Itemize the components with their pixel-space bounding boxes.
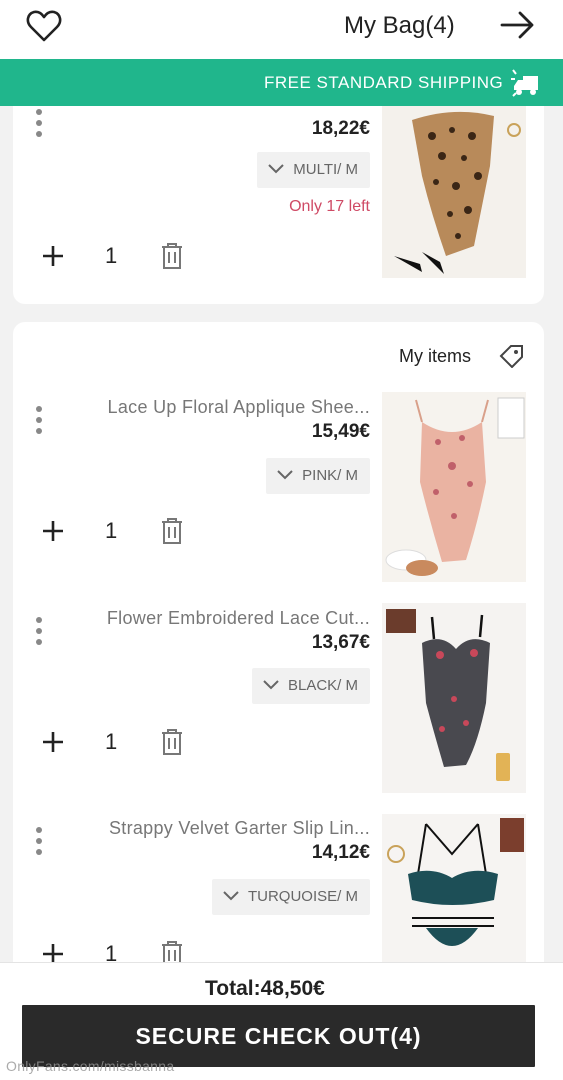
stock-warning: Only 17 left: [289, 198, 370, 215]
product-image[interactable]: [382, 106, 526, 278]
plus-icon[interactable]: [41, 244, 65, 268]
checkout-footer: Total:48,50€ SECURE CHECK OUT(4) OnlyFan…: [0, 962, 563, 1080]
item-price: 14,12€: [311, 842, 370, 863]
cart-item-card: 18,22€ MULTI/ M Only 17 left 1: [13, 106, 544, 304]
product-image[interactable]: [382, 392, 526, 582]
quantity-value: 1: [105, 243, 118, 268]
more-options-icon[interactable]: [35, 616, 43, 646]
item-name[interactable]: Flower Embroidered Lace Cut...: [107, 608, 370, 629]
product-image[interactable]: [382, 814, 526, 982]
my-items-card: My items Lace Up Floral Applique Shee...…: [13, 322, 544, 982]
section-title: My items: [399, 346, 471, 366]
trash-icon[interactable]: [160, 728, 184, 756]
size-value: BLACK/ M: [287, 677, 358, 694]
truck-icon: [511, 69, 538, 97]
tag-icon: [499, 345, 523, 368]
item-name[interactable]: Strappy Velvet Garter Slip Lin...: [109, 818, 370, 839]
size-value: PINK/ M: [302, 467, 358, 484]
heart-icon[interactable]: [26, 9, 62, 43]
size-value: TURQUOISE/ M: [247, 888, 358, 905]
item-price: 13,67€: [311, 632, 370, 653]
velvet-garter-set-image: [382, 814, 526, 982]
trash-icon[interactable]: [160, 242, 184, 270]
size-selector[interactable]: PINK/ M: [266, 458, 370, 494]
size-selector[interactable]: MULTI/ M: [257, 152, 370, 188]
quantity-value: 1: [105, 518, 118, 543]
plus-icon[interactable]: [41, 519, 65, 543]
trash-icon[interactable]: [160, 517, 184, 545]
item-price: 18,22€: [311, 118, 370, 139]
plus-icon[interactable]: [41, 730, 65, 754]
size-selector[interactable]: BLACK/ M: [251, 668, 370, 704]
leopard-bodysuit-image: [382, 106, 526, 278]
free-shipping-banner[interactable]: FREE STANDARD SHIPPING: [0, 59, 563, 106]
page-title: My Bag(4): [344, 12, 455, 39]
item-name[interactable]: Lace Up Floral Applique Shee...: [108, 397, 370, 418]
black-lace-bodysuit-image: [382, 603, 526, 793]
product-image[interactable]: [382, 603, 526, 793]
more-options-icon[interactable]: [35, 826, 43, 856]
chevron-down-icon: [277, 470, 293, 480]
top-bar: My Bag(4): [0, 0, 563, 59]
chevron-down-icon: [268, 164, 284, 174]
chevron-down-icon: [263, 680, 279, 690]
pink-lace-bodysuit-image: [382, 392, 526, 582]
item-price: 15,49€: [311, 421, 370, 442]
size-selector[interactable]: TURQUOISE/ M: [211, 879, 370, 915]
arrow-right-icon[interactable]: [500, 10, 536, 40]
more-options-icon[interactable]: [35, 108, 43, 138]
more-options-icon[interactable]: [35, 405, 43, 435]
free-shipping-text: FREE STANDARD SHIPPING: [264, 73, 504, 92]
chevron-down-icon: [223, 891, 239, 901]
watermark: OnlyFans.com/missbanna: [6, 1058, 175, 1074]
size-value: MULTI/ M: [293, 161, 358, 178]
order-total: Total:48,50€: [205, 977, 325, 1000]
quantity-value: 1: [105, 729, 118, 754]
